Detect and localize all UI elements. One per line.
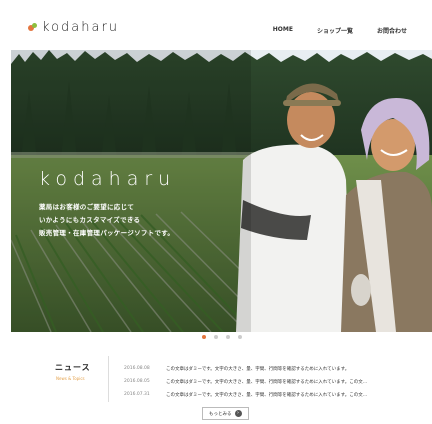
carousel-dot-1[interactable] <box>201 335 206 339</box>
news-heading: ニュース <box>55 363 91 372</box>
news-item[interactable]: 2016.08.08 この文章はダミーです。文字の大きさ、量、字間、行間等を確認… <box>124 362 367 375</box>
hero-slider: kodaharu 薬局はお客様のご要望に応じて いかようにもカスタマイズできる … <box>11 50 432 332</box>
carousel-dots <box>11 335 432 339</box>
news-date: 2016.08.05 <box>124 379 150 384</box>
site-header: kodaharu HOME ショップ一覧 お問合わせ <box>11 6 432 50</box>
news-date: 2016.08.08 <box>124 366 150 371</box>
more-news-button[interactable]: もっとみる › <box>202 407 249 420</box>
news-date: 2016.07.31 <box>124 392 150 397</box>
hero-copy-line: いかようにもカスタマイズできる <box>39 216 141 224</box>
arrow-right-icon: › <box>234 410 242 417</box>
carousel-dot-4[interactable] <box>237 335 242 339</box>
news-text[interactable]: この文章はダミーです。文字の大きさ、量、字間、行間等を確認するために入れています… <box>166 392 367 398</box>
more-news-label: もっとみる <box>209 411 232 417</box>
news-list: 2016.08.08 この文章はダミーです。文字の大きさ、量、字間、行間等を確認… <box>124 362 367 401</box>
nav-contact[interactable]: お問合わせ <box>377 26 407 35</box>
news-section: ニュース News & Topics 2016.08.08 この文章はダミーです… <box>11 356 432 406</box>
news-text[interactable]: この文章はダミーです。文字の大きさ、量、字間、行間等を確認するために入れています… <box>166 379 367 385</box>
news-item[interactable]: 2016.07.31 この文章はダミーです。文字の大きさ、量、字間、行間等を確認… <box>124 388 367 401</box>
nav-shop-list[interactable]: ショップ一覧 <box>317 26 353 35</box>
carousel-dot-3[interactable] <box>225 335 230 339</box>
hero-copy-line: 薬局はお客様のご要望に応じて <box>39 203 135 211</box>
carousel-dot-2[interactable] <box>213 335 218 339</box>
news-divider <box>108 356 109 402</box>
main-nav: HOME ショップ一覧 お問合わせ <box>273 26 407 35</box>
hero-copy: 薬局はお客様のご要望に応じて いかようにもカスタマイズできる 販売管理・在庫管理… <box>39 201 174 240</box>
news-subheading: News & Topics <box>56 376 85 381</box>
logo-text: kodaharu <box>42 20 120 35</box>
leaf-logo-icon <box>28 22 38 33</box>
news-text[interactable]: この文章はダミーです。文字の大きさ、量、字間、行間等を確認するために入れています… <box>166 366 349 372</box>
hero-photo <box>11 50 432 332</box>
site-logo[interactable]: kodaharu <box>28 20 119 35</box>
news-item[interactable]: 2016.08.05 この文章はダミーです。文字の大きさ、量、字間、行間等を確認… <box>124 375 367 388</box>
page: kodaharu HOME ショップ一覧 お問合わせ kodaharu 薬局はお… <box>11 6 432 424</box>
nav-home[interactable]: HOME <box>273 26 293 35</box>
hero-brand-title: kodaharu <box>39 168 177 190</box>
hero-copy-line: 販売管理・在庫管理パッケージソフトです。 <box>39 229 175 237</box>
